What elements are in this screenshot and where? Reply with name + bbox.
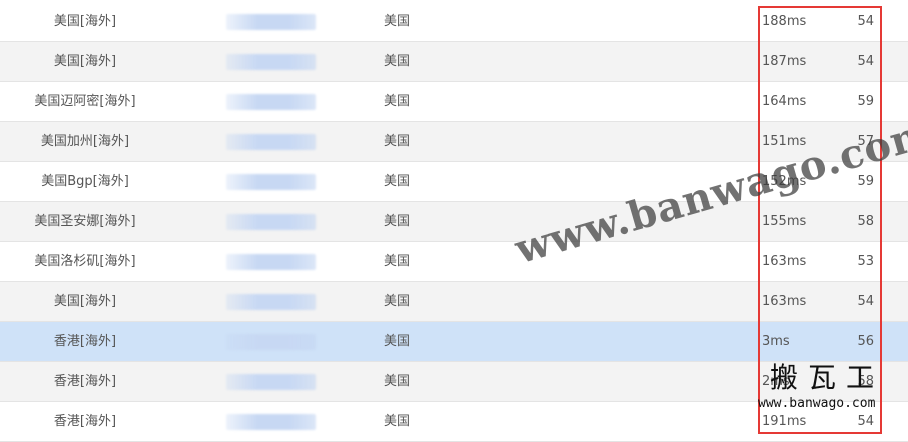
ip-location: 美国 [384,254,411,269]
table-row[interactable]: 美国[海外] 美国 163ms 54 [0,282,908,322]
ip-redacted [226,174,316,190]
ttl-value: 54 [857,14,874,29]
ip-redacted [226,294,316,310]
response-time: 187ms [762,54,807,69]
ip-location: 美国 [384,334,411,349]
ip-redacted [226,54,316,70]
ip-redacted [226,94,316,110]
node-name: 美国Bgp[海外] [41,174,129,189]
node-name: 美国圣安娜[海外] [34,214,136,229]
ip-location: 美国 [384,174,411,189]
node-name: 美国[海外] [53,294,117,309]
ip-redacted [226,14,316,30]
ip-redacted [226,374,316,390]
response-time: 163ms [762,254,807,269]
response-time: 164ms [762,94,807,109]
ip-redacted [226,134,316,150]
ip-redacted [226,254,316,270]
node-name: 香港[海外] [53,414,117,429]
logo-url: www.banwago.com [758,396,876,411]
ip-location: 美国 [384,134,411,149]
ttl-value: 54 [857,294,874,309]
response-time: 163ms [762,294,807,309]
node-name: 美国[海外] [53,14,117,29]
table-row[interactable]: 美国[海外] 美国 188ms 54 [0,2,908,42]
ip-redacted [226,334,316,350]
ip-redacted [226,414,316,430]
ip-redacted [226,214,316,230]
response-time: 155ms [762,214,807,229]
node-name: 香港[海外] [53,374,117,389]
ttl-value: 54 [857,54,874,69]
table-row[interactable]: 美国[海外] 美国 187ms 54 [0,42,908,82]
ip-location: 美国 [384,214,411,229]
response-time: 188ms [762,14,807,29]
table-row[interactable]: 美国圣安娜[海外] 美国 155ms 58 [0,202,908,242]
ip-location: 美国 [384,94,411,109]
node-name: 美国洛杉矶[海外] [34,254,136,269]
ttl-value: 53 [857,254,874,269]
ip-location: 美国 [384,14,411,29]
site-logo: 搬瓦工 www.banwago.com [752,356,902,416]
node-name: 美国加州[海外] [40,134,130,149]
ip-location: 美国 [384,54,411,69]
ip-location: 美国 [384,374,411,389]
table-row[interactable]: 美国洛杉矶[海外] 美国 163ms 53 [0,242,908,282]
table-row[interactable]: 美国迈阿密[海外] 美国 164ms 59 [0,82,908,122]
ip-location: 美国 [384,294,411,309]
ip-location: 美国 [384,414,411,429]
ttl-value: 59 [857,94,874,109]
node-name: 香港[海外] [53,334,117,349]
ttl-value: 58 [857,214,874,229]
node-name: 美国迈阿密[海外] [34,94,136,109]
node-name: 美国[海外] [53,54,117,69]
logo-name: 搬瓦工 [769,361,884,394]
